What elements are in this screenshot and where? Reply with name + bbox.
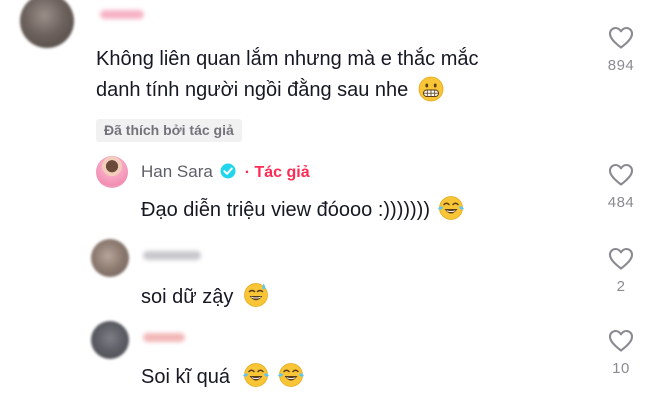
- reply-text: soi dữ zậy: [141, 283, 269, 309]
- heart-icon: [608, 163, 634, 186]
- comment-text: Không liên quan lắm nhưng mà e thắc mắc …: [96, 44, 479, 106]
- author-header: Han Sara · Tác giả: [141, 162, 310, 182]
- author-tag: · Tác giả: [244, 164, 310, 181]
- commenter-name[interactable]: [100, 10, 144, 19]
- author-name[interactable]: Han Sara: [141, 162, 213, 181]
- grimacing-face-icon: [418, 76, 444, 102]
- like-count: 2: [616, 278, 626, 295]
- replier-avatar[interactable]: [91, 321, 129, 359]
- tears-of-joy-icon: [437, 196, 464, 221]
- like-button-author-reply[interactable]: 484: [591, 163, 651, 211]
- comment-line-2: danh tính người ngồi đằng sau nhe: [96, 75, 479, 106]
- heart-icon: [608, 329, 634, 352]
- tears-of-joy-icon: [242, 363, 269, 388]
- like-count: 10: [612, 360, 630, 377]
- reply-text: Soi kĩ quá: [141, 363, 305, 389]
- like-count: 894: [607, 57, 635, 74]
- author-reply-text: Đạo diễn triệu view đóooo :))))))): [141, 196, 465, 222]
- like-count: 484: [607, 194, 635, 211]
- comment-line-1: Không liên quan lắm nhưng mà e thắc mắc: [96, 48, 479, 70]
- like-button-comment1[interactable]: 894: [591, 26, 651, 74]
- heart-icon: [608, 26, 634, 49]
- like-button-reply3[interactable]: 10: [591, 329, 651, 377]
- replier-name[interactable]: [143, 251, 201, 260]
- author-avatar[interactable]: [96, 156, 128, 188]
- replier-avatar[interactable]: [91, 239, 129, 277]
- liked-by-author-badge: Đã thích bởi tác giả: [96, 119, 242, 142]
- verified-badge-icon: [220, 163, 236, 179]
- heart-icon: [608, 247, 634, 270]
- grinning-sweat-icon: [243, 283, 268, 308]
- replier-name[interactable]: [143, 333, 185, 342]
- like-button-reply2[interactable]: 2: [591, 247, 651, 295]
- tears-of-joy-icon: [278, 363, 305, 388]
- commenter-avatar[interactable]: [20, 0, 74, 48]
